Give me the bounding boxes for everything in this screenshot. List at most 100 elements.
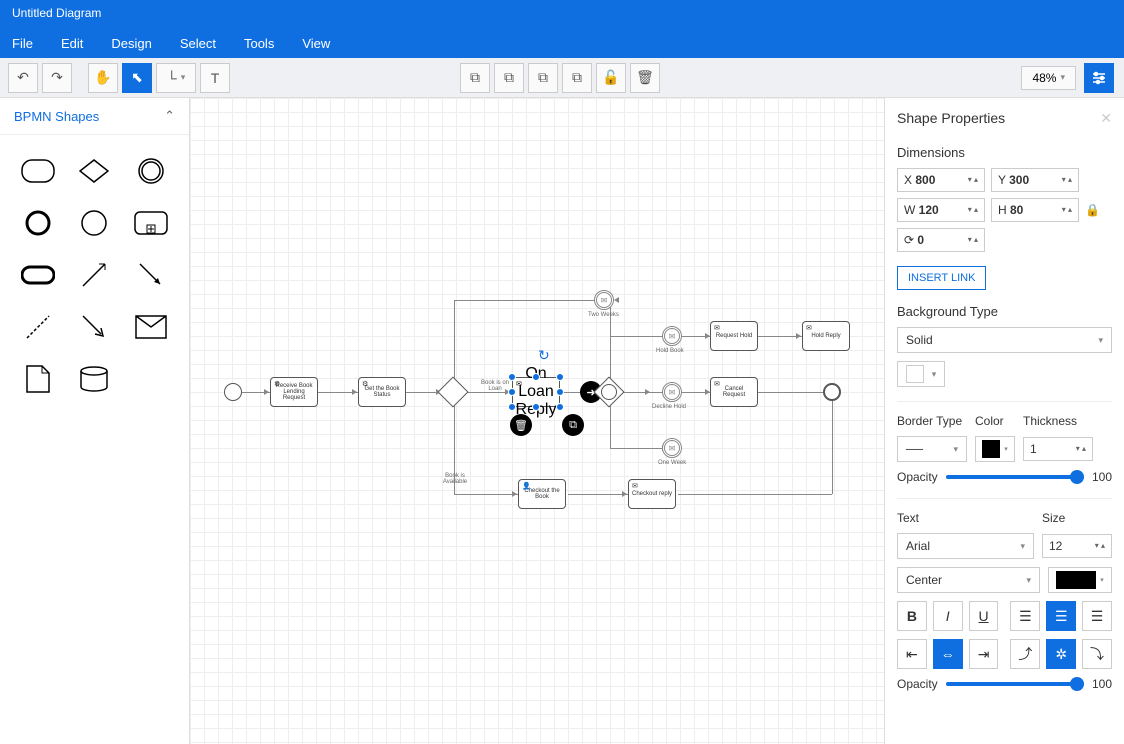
shape-line[interactable]	[74, 257, 114, 293]
end-event[interactable]	[823, 383, 841, 401]
task-checkout-reply[interactable]: ✉Checkout reply	[628, 479, 676, 509]
settings-button[interactable]	[1084, 63, 1114, 93]
cut-button[interactable]: ⧉	[528, 63, 558, 93]
menu-design[interactable]: Design	[111, 36, 151, 51]
event-two-weeks[interactable]: ✉	[594, 290, 614, 310]
copy-button[interactable]: ⧉	[460, 63, 490, 93]
shape-thick-circle[interactable]	[18, 205, 58, 241]
border-type-select[interactable]: ──▾	[897, 436, 967, 462]
rotation-input[interactable]: ⟳ 0▾ ▴	[897, 228, 985, 252]
menu-tools[interactable]: Tools	[244, 36, 274, 51]
redo-button[interactable]: ↷	[42, 63, 72, 93]
bg-color-picker[interactable]: ▾	[897, 361, 945, 387]
color-label: Color	[975, 414, 1015, 428]
text-opacity-slider[interactable]	[946, 682, 1084, 686]
task-checkout-book[interactable]: 👤Checkout the Book	[518, 479, 566, 509]
opacity-slider[interactable]	[946, 475, 1084, 479]
align-right-button[interactable]: ☰	[1082, 601, 1112, 631]
connector-tool[interactable]: └ ▾	[156, 63, 196, 93]
paste-button[interactable]: ⧉	[494, 63, 524, 93]
align-left-button[interactable]: ☰	[1010, 601, 1040, 631]
shapes-panel: BPMN Shapes ⌃	[0, 98, 190, 744]
thickness-input[interactable]: 1▾ ▴	[1023, 437, 1093, 461]
shape-double-circle[interactable]	[131, 153, 171, 189]
selected-node[interactable]: ✉On Loan Reply ↻	[512, 377, 560, 407]
gateway-1[interactable]	[437, 376, 468, 407]
collapse-icon[interactable]: ⌃	[164, 108, 175, 124]
menu-bar: File Edit Design Select Tools View	[0, 28, 1124, 58]
canvas[interactable]: ⚙Receive Book Lending Request ⚙Get the B…	[190, 98, 884, 744]
text-tool[interactable]: T	[200, 63, 230, 93]
gateway-2[interactable]	[598, 381, 620, 403]
size-label: Size	[1042, 511, 1112, 525]
delete-button[interactable]: 🗑	[630, 63, 660, 93]
shape-stadium[interactable]	[18, 257, 58, 293]
label-one-week: One Week	[658, 460, 686, 466]
menu-file[interactable]: File	[12, 36, 33, 51]
rotate-handle-icon[interactable]: ↻	[538, 347, 550, 364]
shape-subprocess[interactable]	[131, 205, 171, 241]
menu-select[interactable]: Select	[180, 36, 216, 51]
shape-dashed-line[interactable]	[18, 309, 58, 345]
border-color-picker[interactable]: ▾	[975, 436, 1015, 462]
shape-open-arrow[interactable]	[74, 309, 114, 345]
font-select[interactable]: Arial▾	[897, 533, 1034, 559]
close-panel-icon[interactable]: ✕	[1100, 110, 1112, 127]
task-hold-reply[interactable]: ✉Hold Reply	[802, 321, 850, 351]
title-bar: Untitled Diagram	[0, 0, 1124, 28]
zoom-control[interactable]: 48% ▾	[1021, 66, 1076, 90]
menu-edit[interactable]: Edit	[61, 36, 83, 51]
h-input[interactable]: H 80▾ ▴	[991, 198, 1079, 222]
task-get-status[interactable]: ⚙Get the Book Status	[358, 377, 406, 407]
shape-circle[interactable]	[74, 205, 114, 241]
task-receive[interactable]: ⚙Receive Book Lending Request	[270, 377, 318, 407]
event-one-week[interactable]: ✉	[662, 438, 682, 458]
undo-button[interactable]: ↶	[8, 63, 38, 93]
bg-type-select[interactable]: Solid▾	[897, 327, 1112, 353]
label-two-weeks: Two Weeks	[588, 312, 619, 318]
shape-message[interactable]	[131, 309, 171, 345]
group-button[interactable]: ⧉	[562, 63, 592, 93]
event-decline-hold[interactable]: ✉	[662, 382, 682, 402]
zoom-value: 48%	[1032, 71, 1056, 85]
bold-button[interactable]: B	[897, 601, 927, 631]
pan-tool[interactable]: ✋	[88, 63, 118, 93]
label-hold-book: Hold Book	[656, 348, 684, 354]
menu-view[interactable]: View	[302, 36, 330, 51]
underline-button[interactable]: U	[969, 601, 999, 631]
text-color-picker[interactable]: ▾	[1048, 567, 1112, 593]
halign-center-button[interactable]: ⇔	[933, 639, 963, 669]
task-request-hold[interactable]: ✉Request Hold	[710, 321, 758, 351]
lock-button[interactable]: 🔓	[596, 63, 626, 93]
select-tool[interactable]: ⬉	[122, 63, 152, 93]
w-input[interactable]: W 120▾ ▴	[897, 198, 985, 222]
shape-rounded-rect[interactable]	[18, 153, 58, 189]
align-center-button[interactable]: ☰	[1046, 601, 1076, 631]
border-label: Border Type	[897, 414, 967, 428]
font-size-input[interactable]: 12▾ ▴	[1042, 534, 1112, 558]
text-align-select[interactable]: Center▾	[897, 567, 1040, 593]
shape-page[interactable]	[18, 361, 58, 397]
valign-bottom-button[interactable]: ⤵	[1082, 639, 1112, 669]
halign-right-button[interactable]: ⇥	[969, 639, 999, 669]
y-input[interactable]: Y 300▾ ▴	[991, 168, 1079, 192]
event-hold-book[interactable]: ✉	[662, 326, 682, 346]
shape-datastore[interactable]	[74, 361, 114, 397]
label-book-on-loan: Book is on Loan	[478, 380, 512, 392]
valign-middle-button[interactable]: ✲	[1046, 639, 1076, 669]
shape-diamond[interactable]	[74, 153, 114, 189]
label-decline-hold: Decline Hold	[652, 404, 686, 410]
start-event[interactable]	[224, 383, 242, 401]
shapes-panel-title: BPMN Shapes	[14, 109, 99, 124]
properties-panel: Shape Properties ✕ Dimensions X 800▾ ▴ Y…	[884, 98, 1124, 744]
insert-link-button[interactable]: INSERT LINK	[897, 266, 986, 290]
shape-arrow[interactable]	[131, 257, 171, 293]
lock-aspect-icon[interactable]: 🔒	[1085, 203, 1100, 217]
delete-node-button[interactable]: 🗑	[510, 414, 532, 436]
italic-button[interactable]: I	[933, 601, 963, 631]
valign-top-button[interactable]: ⤴	[1010, 639, 1040, 669]
task-cancel-request[interactable]: ✉Cancel Request	[710, 377, 758, 407]
duplicate-node-button[interactable]: ⧉	[562, 414, 584, 436]
halign-left-button[interactable]: ⇤	[897, 639, 927, 669]
x-input[interactable]: X 800▾ ▴	[897, 168, 985, 192]
